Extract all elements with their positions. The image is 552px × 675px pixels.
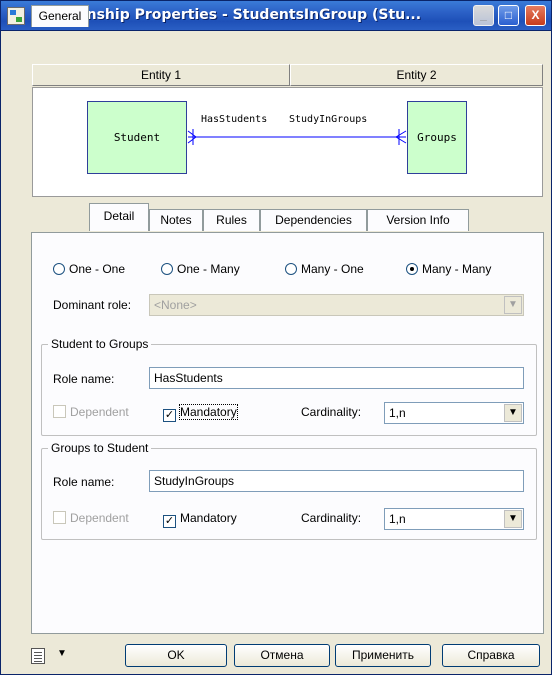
radio-many-one[interactable]: Many - One bbox=[285, 262, 364, 276]
chevron-down-icon[interactable]: ▼ bbox=[504, 296, 522, 314]
tab-version-info[interactable]: Version Info bbox=[367, 209, 469, 231]
radio-label: One - One bbox=[69, 262, 126, 276]
tab-notes[interactable]: Notes bbox=[149, 209, 203, 231]
cardinality-select[interactable]: 1,n bbox=[384, 402, 524, 424]
ok-button[interactable]: OK bbox=[125, 644, 227, 667]
checkbox-box[interactable]: ✓ bbox=[163, 409, 176, 422]
dependent-checkbox[interactable]: Dependent bbox=[53, 405, 129, 419]
minimize-button[interactable]: _ bbox=[473, 5, 494, 26]
apply-button[interactable]: Применить bbox=[335, 644, 431, 667]
role-name-input[interactable]: StudyInGroups bbox=[149, 470, 524, 492]
dominant-role-label: Dominant role: bbox=[53, 298, 132, 312]
tab-general[interactable]: General bbox=[31, 5, 89, 27]
radio-circle[interactable] bbox=[53, 263, 65, 275]
close-button[interactable]: X bbox=[525, 5, 546, 26]
maximize-button[interactable]: □ bbox=[498, 5, 519, 26]
chevron-down-icon: ▼ bbox=[57, 648, 67, 659]
radio-many-many[interactable]: Many - Many bbox=[406, 262, 491, 276]
entity2-header: Entity 2 bbox=[290, 64, 543, 86]
relationship-line bbox=[187, 129, 407, 145]
relationship-diagram: Student Groups HasStudents StudyInGroups bbox=[32, 87, 543, 197]
dependent-checkbox[interactable]: Dependent bbox=[53, 511, 129, 525]
radio-circle[interactable] bbox=[406, 263, 418, 275]
mandatory-checkbox[interactable]: ✓ Mandatory bbox=[163, 511, 237, 528]
checkbox-label: Mandatory bbox=[180, 511, 237, 525]
cardinality-label: Cardinality: bbox=[301, 511, 362, 525]
right-role-label: StudyInGroups bbox=[289, 114, 368, 125]
mandatory-checkbox[interactable]: ✓ Mandatory bbox=[163, 404, 238, 422]
checkbox-label: Dependent bbox=[70, 405, 129, 419]
left-role-label: HasStudents bbox=[201, 114, 268, 125]
window-title: Relationship Properties - StudentsInGrou… bbox=[31, 7, 422, 23]
list-icon bbox=[31, 648, 45, 664]
group-title: Student to Groups bbox=[48, 337, 152, 351]
role-name-label: Role name: bbox=[53, 475, 115, 489]
cancel-button[interactable]: Отмена bbox=[234, 644, 330, 667]
radio-one-one[interactable]: One - One bbox=[53, 262, 125, 276]
checkbox-label: Mandatory bbox=[179, 404, 238, 420]
checkbox-box[interactable] bbox=[53, 511, 66, 524]
dominant-role-select[interactable]: <None> bbox=[149, 294, 524, 316]
radio-one-many[interactable]: One - Many bbox=[161, 262, 240, 276]
help-button[interactable]: Справка bbox=[442, 644, 540, 667]
cardinality-select[interactable]: 1,n bbox=[384, 508, 524, 530]
group-title: Groups to Student bbox=[48, 441, 152, 455]
radio-label: Many - One bbox=[301, 262, 364, 276]
radio-label: One - Many bbox=[177, 262, 240, 276]
properties-menu-button[interactable]: ▼ bbox=[31, 648, 75, 666]
checkbox-box[interactable] bbox=[53, 405, 66, 418]
tab-dependencies[interactable]: Dependencies bbox=[260, 209, 367, 231]
tab-detail[interactable]: Detail bbox=[89, 203, 149, 231]
tab-rules[interactable]: Rules bbox=[203, 209, 260, 231]
role-name-input[interactable]: HasStudents bbox=[149, 367, 524, 389]
relationship-properties-window: Relationship Properties - StudentsInGrou… bbox=[0, 0, 552, 675]
role-name-label: Role name: bbox=[53, 372, 115, 386]
radio-circle[interactable] bbox=[161, 263, 173, 275]
cardinality-label: Cardinality: bbox=[301, 405, 362, 419]
radio-label: Many - Many bbox=[422, 262, 492, 276]
chevron-down-icon[interactable]: ▼ bbox=[504, 510, 522, 528]
app-icon bbox=[7, 7, 25, 25]
chevron-down-icon[interactable]: ▼ bbox=[504, 404, 522, 422]
checkbox-box[interactable]: ✓ bbox=[163, 515, 176, 528]
entity1-header: Entity 1 bbox=[32, 64, 290, 86]
radio-circle[interactable] bbox=[285, 263, 297, 275]
checkbox-label: Dependent bbox=[70, 511, 129, 525]
